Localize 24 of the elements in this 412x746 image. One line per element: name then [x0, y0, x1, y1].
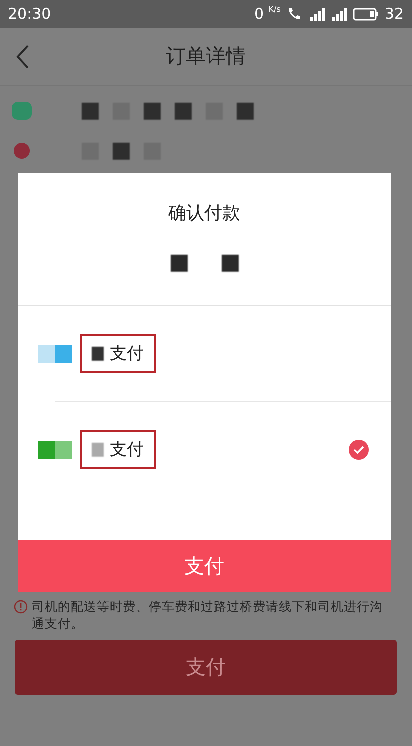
- start-marker-icon: [12, 102, 32, 120]
- dialog-title: 确认付款: [168, 202, 242, 225]
- phone-icon: [286, 7, 303, 21]
- end-marker-icon: [12, 142, 32, 160]
- option-label: 支付: [80, 430, 156, 469]
- pixelated-amount: [222, 255, 238, 272]
- page-title: 订单详情: [165, 43, 247, 70]
- battery-icon: [352, 8, 379, 20]
- pixelated-amount: [170, 255, 188, 272]
- payment-icon: [38, 440, 72, 458]
- payment-icon: [38, 344, 72, 362]
- network-speed: 0 K/s: [254, 5, 281, 23]
- payment-option[interactable]: 支付: [18, 306, 391, 401]
- info-icon: [14, 600, 28, 614]
- signal-icon: [308, 7, 325, 21]
- notice-text: 司机的配送等时费、停车费和过路过桥费请线下和司机进行沟通支付。: [32, 598, 384, 632]
- back-icon: [16, 44, 30, 70]
- payment-option[interactable]: 支付: [18, 402, 391, 497]
- pay-button[interactable]: 支付: [18, 540, 391, 592]
- battery-level: 32: [384, 5, 404, 23]
- signal-icon: [330, 7, 347, 21]
- pay-button[interactable]: 支付: [15, 640, 397, 695]
- option-label: 支付: [80, 334, 156, 373]
- status-time: 20:30: [8, 5, 52, 23]
